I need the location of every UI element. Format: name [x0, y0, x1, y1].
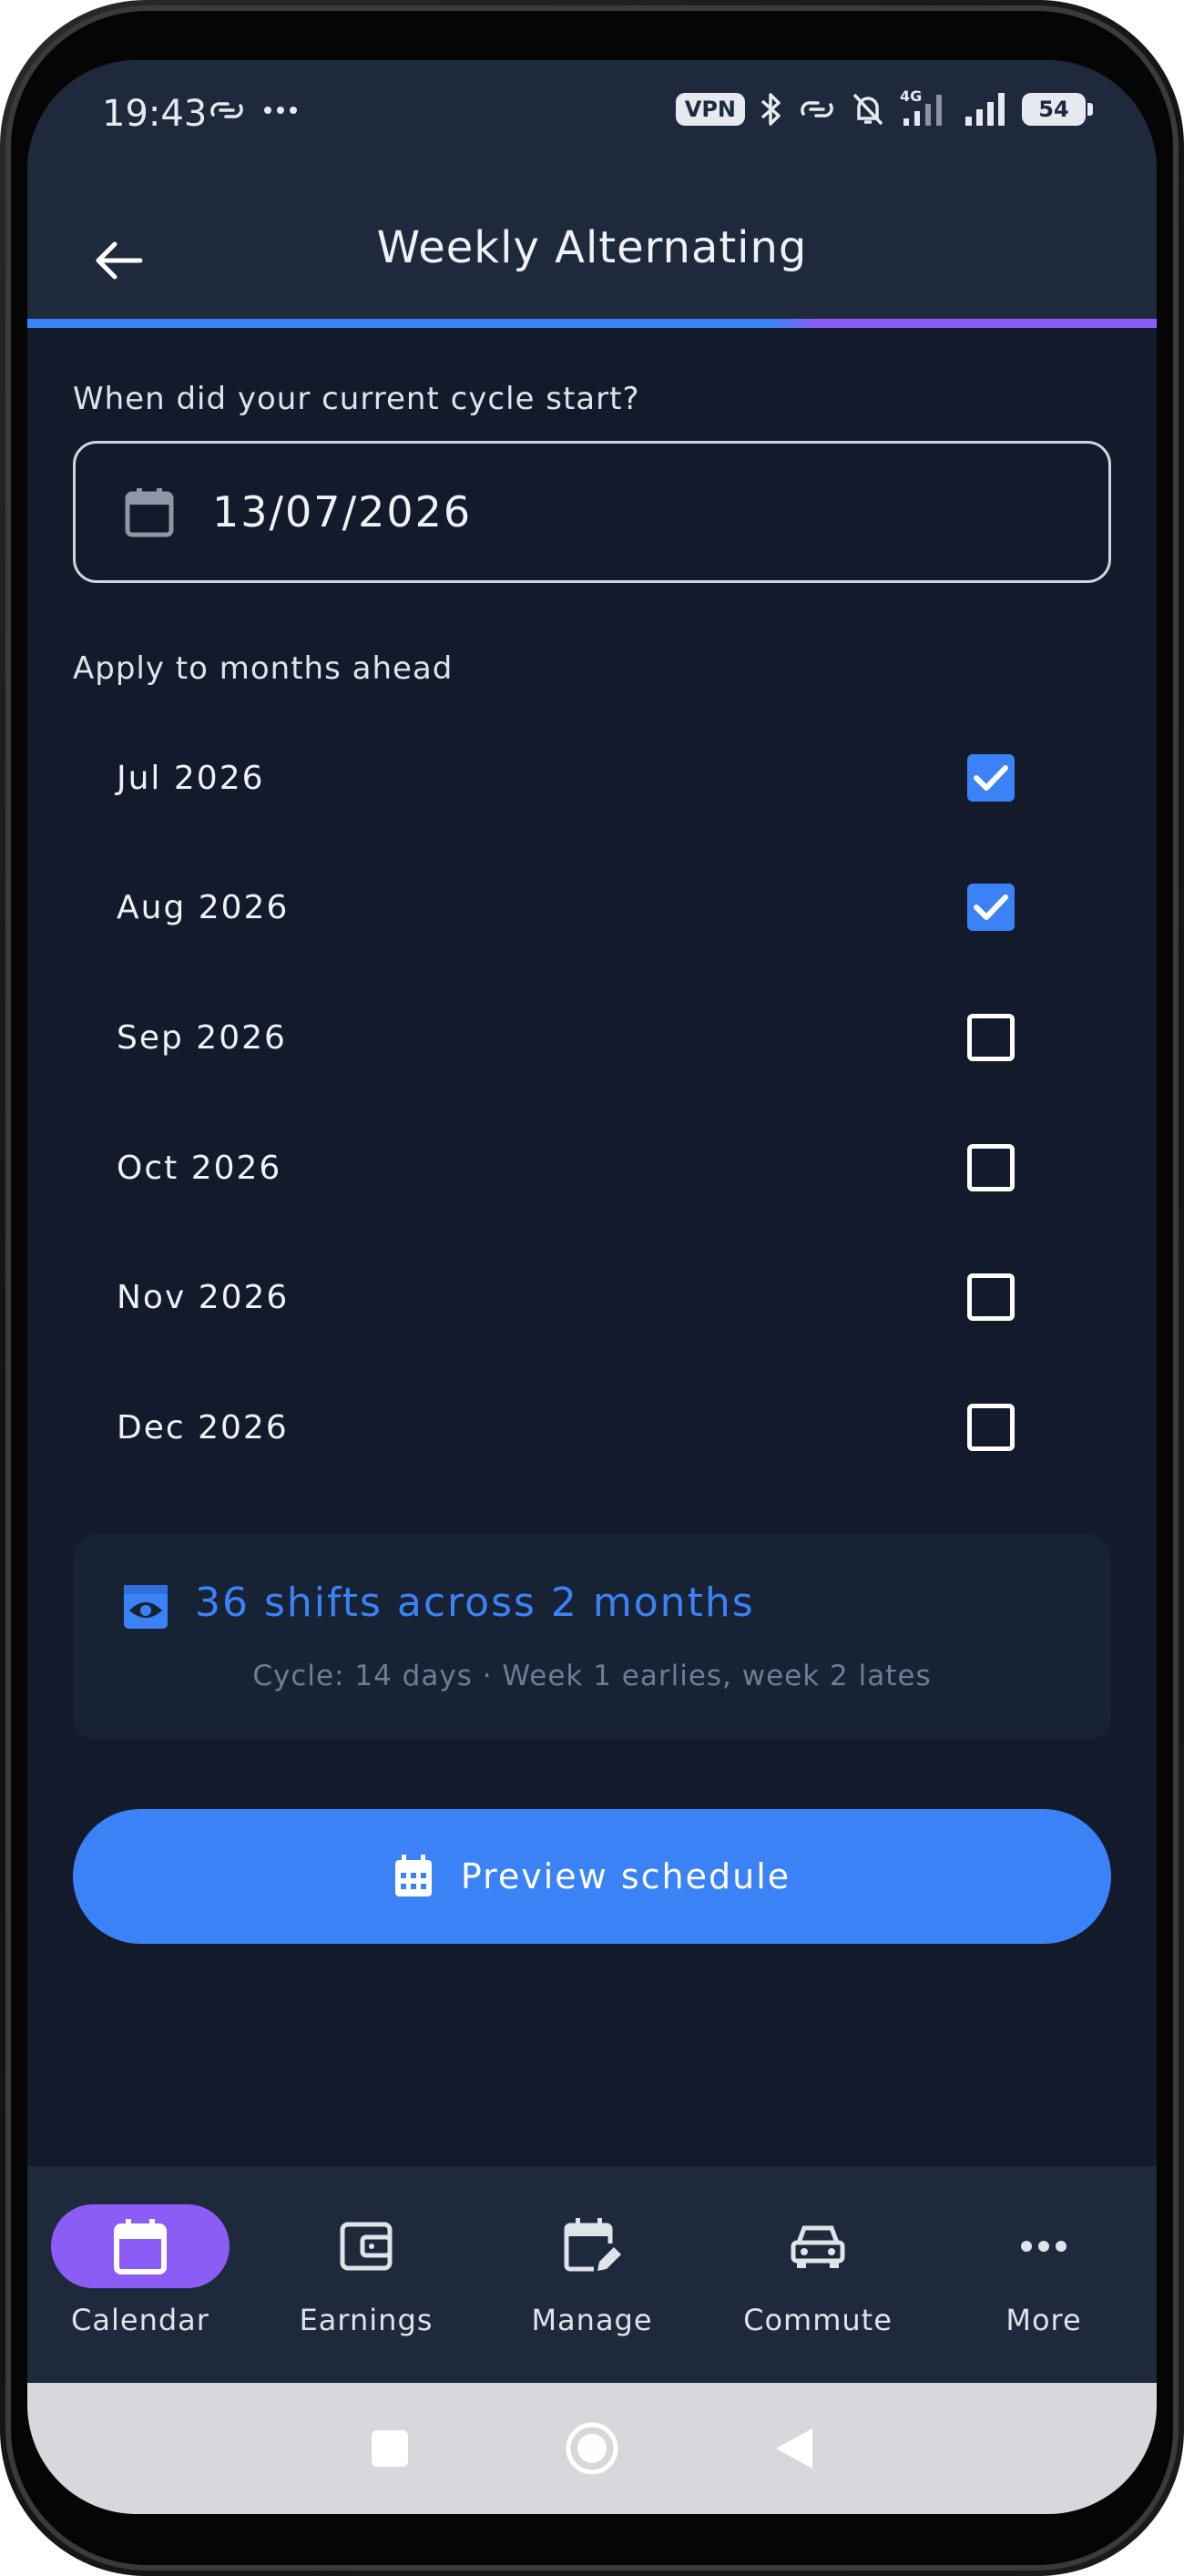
nav-icon-container: [954, 2204, 1133, 2288]
page-title: Weekly Alternating: [376, 222, 808, 273]
month-label: Jul 2026: [117, 759, 265, 797]
month-checkbox[interactable]: [967, 754, 1015, 802]
month-row-oct-2026[interactable]: Oct 2026: [73, 1113, 1111, 1222]
summary-title: 36 shifts across 2 months: [195, 1579, 755, 1626]
cycle-start-date-value: 13/07/2026: [212, 487, 473, 537]
nav-label: Calendar: [71, 2303, 209, 2337]
month-label: Dec 2026: [117, 1408, 289, 1446]
signal-icon: [903, 95, 942, 126]
eye-icon: [124, 1585, 168, 1629]
preview-schedule-button[interactable]: Preview schedule: [73, 1809, 1111, 1944]
month-row-aug-2026[interactable]: Aug 2026: [73, 853, 1111, 962]
month-label: Aug 2026: [117, 888, 290, 926]
link-icon: [801, 101, 833, 118]
calendar-icon: [394, 1855, 432, 1896]
nav-item-manage[interactable]: Manage: [479, 2166, 705, 2383]
month-checkbox[interactable]: [967, 1014, 1015, 1061]
cycle-start-date-field[interactable]: 13/07/2026: [73, 441, 1111, 583]
system-navigation-bar: [27, 2383, 1157, 2514]
month-checkbox[interactable]: [967, 1404, 1015, 1451]
nav-icon-container: [503, 2204, 681, 2288]
month-label: Oct 2026: [117, 1149, 282, 1187]
more-notifications-icon: [264, 107, 297, 114]
status-left-icons: [208, 97, 299, 124]
nav-label: Earnings: [299, 2303, 434, 2337]
nav-label: Manage: [531, 2303, 653, 2337]
preview-schedule-label: Preview schedule: [460, 1856, 791, 1896]
month-checkbox[interactable]: [967, 1144, 1015, 1191]
recents-button[interactable]: [370, 2428, 410, 2469]
nav-item-calendar[interactable]: Calendar: [27, 2166, 253, 2383]
month-checkbox[interactable]: [967, 884, 1015, 931]
month-checkbox[interactable]: [967, 1273, 1015, 1321]
screen: 19:43 VPN 4G 54 Weekly Alternating When …: [27, 60, 1157, 2514]
phone-frame: 19:43 VPN 4G 54 Weekly Alternating When …: [0, 0, 1184, 2576]
calendar-icon: [125, 488, 174, 537]
signal-icon: [965, 93, 1005, 126]
bottom-navigation: Calendar Earnings Manage Commute More: [27, 2166, 1157, 2383]
nav-item-more[interactable]: More: [931, 2166, 1157, 2383]
step-progress-bar: [27, 319, 1157, 328]
car-icon: [791, 2225, 845, 2268]
status-time: 19:43: [102, 93, 208, 135]
nav-item-earnings[interactable]: Earnings: [253, 2166, 479, 2383]
top-app-bar: 19:43 VPN 4G 54 Weekly Alternating: [27, 60, 1157, 319]
nav-icon-container: [729, 2204, 907, 2288]
nav-label: More: [1005, 2303, 1082, 2337]
more-icon: [1021, 2241, 1067, 2252]
cellular-4g: 4G: [900, 87, 949, 128]
month-row-jul-2026[interactable]: Jul 2026: [73, 723, 1111, 833]
summary-card: 36 shifts across 2 months Cycle: 14 days…: [73, 1534, 1111, 1740]
month-row-nov-2026[interactable]: Nov 2026: [73, 1242, 1111, 1352]
summary-subtitle: Cycle: 14 days · Week 1 earlies, week 2 …: [252, 1660, 932, 1692]
month-label: Sep 2026: [117, 1018, 287, 1057]
wallet-icon: [340, 2222, 393, 2271]
bluetooth-icon: [760, 93, 781, 126]
link-icon: [210, 102, 243, 118]
nav-label: Commute: [743, 2303, 893, 2337]
back-nav-button[interactable]: [774, 2427, 814, 2470]
month-row-sep-2026[interactable]: Sep 2026: [73, 983, 1111, 1092]
nav-item-commute[interactable]: Commute: [705, 2166, 931, 2383]
check-icon: [974, 894, 1008, 920]
status-right-icons: VPN 4G 54: [675, 87, 1093, 128]
home-button[interactable]: [565, 2421, 619, 2476]
bell-off-icon: [852, 93, 883, 126]
months-ahead-label: Apply to months ahead: [73, 650, 454, 687]
calendar-edit-icon: [564, 2218, 621, 2272]
month-row-dec-2026[interactable]: Dec 2026: [73, 1373, 1111, 1482]
nav-icon-container: [277, 2204, 455, 2288]
check-icon: [974, 765, 1008, 791]
nav-icon-container: [51, 2204, 230, 2288]
vpn-badge: VPN: [675, 93, 745, 126]
calendar-icon: [114, 2219, 167, 2274]
battery-indicator: 54: [1022, 93, 1093, 126]
month-label: Nov 2026: [117, 1278, 290, 1316]
cycle-start-label: When did your current cycle start?: [73, 381, 640, 417]
